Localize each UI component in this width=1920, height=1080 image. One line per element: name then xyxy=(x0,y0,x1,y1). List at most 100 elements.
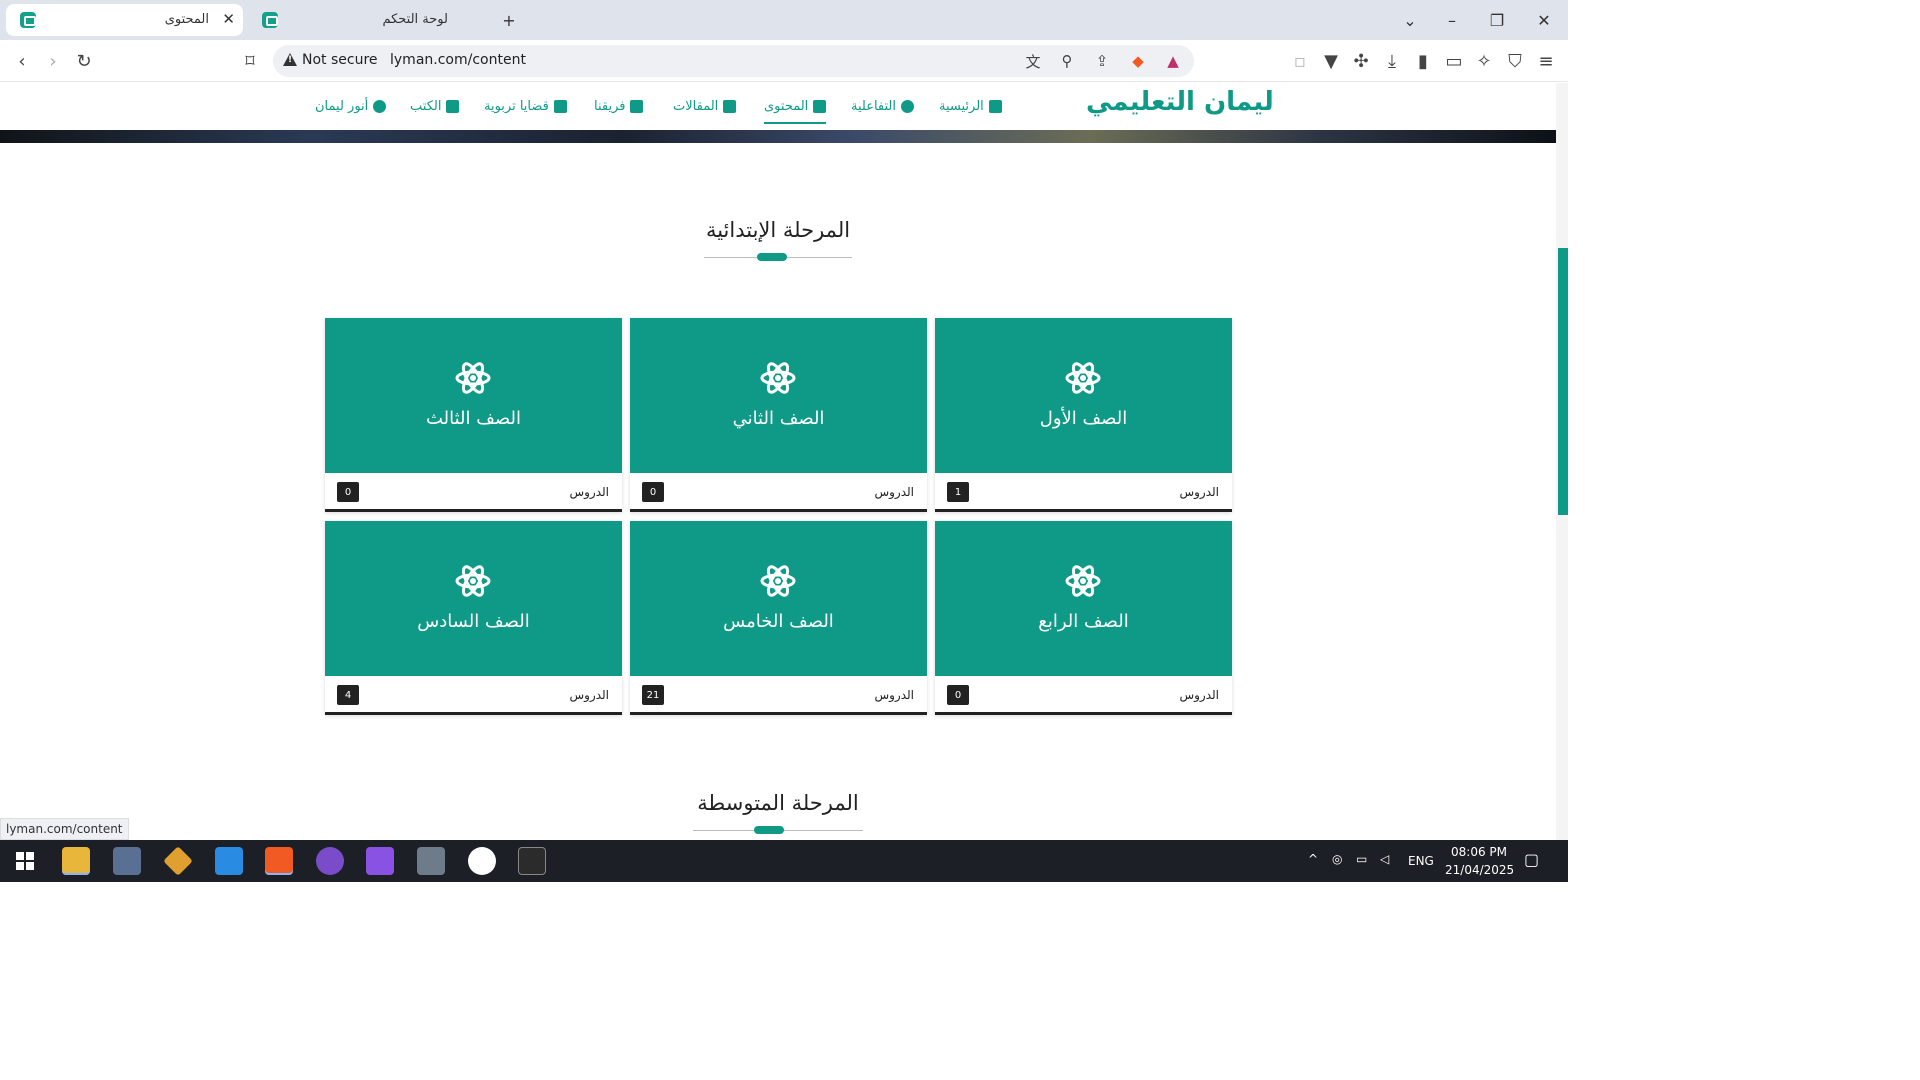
nav-label: فريقنا xyxy=(594,99,626,114)
nav-content[interactable]: المحتوى xyxy=(764,99,827,124)
section-title-primary: المرحلة الإبتدائية xyxy=(705,218,851,242)
new-tab-button[interactable]: + xyxy=(497,8,521,32)
lessons-label: الدروس xyxy=(874,485,914,499)
language-indicator[interactable]: ENG xyxy=(1408,854,1434,868)
leo-ai-icon[interactable]: ✧ xyxy=(1472,49,1496,73)
leaf-icon xyxy=(553,100,567,113)
obsidian-icon[interactable] xyxy=(316,847,344,875)
menu-icon[interactable]: ≡ xyxy=(1534,49,1558,73)
grade-name: الصف الخامس xyxy=(723,611,834,632)
close-tab-icon[interactable]: ✕ xyxy=(222,10,235,28)
nav-label: المحتوى xyxy=(764,99,809,114)
nav-home[interactable]: الرئيسية xyxy=(939,99,1002,114)
vpn-icon[interactable]: ▼ xyxy=(1319,49,1343,73)
git-app-icon[interactable] xyxy=(163,846,193,876)
terminal-icon[interactable] xyxy=(518,847,546,875)
volume-icon[interactable]: ◁ xyxy=(1380,852,1389,866)
battery-icon[interactable]: ▭ xyxy=(1356,852,1367,866)
zoom-icon[interactable]: ⚲ xyxy=(1055,49,1079,73)
clock-time[interactable]: 08:06 PM xyxy=(1451,845,1507,859)
atom-icon xyxy=(455,362,491,394)
brave-rewards-icon[interactable]: ▲ xyxy=(1161,49,1185,73)
nav-educational-issues[interactable]: قضايا تربوية xyxy=(484,99,567,114)
tab-dashboard[interactable]: لوحة التحكم xyxy=(248,4,488,36)
not-secure-label: Not secure xyxy=(302,52,378,68)
nav-user[interactable]: أنور ليمان xyxy=(315,99,387,114)
back-icon[interactable]: ‹ xyxy=(10,49,34,73)
atom-icon xyxy=(760,565,796,597)
address-bar[interactable]: Not secure lyman.com/content 文 ⚲ ⇪ ◆ ▲ xyxy=(273,45,1194,77)
brave-shields-icon[interactable]: ◆ xyxy=(1126,49,1150,73)
grade-card[interactable]: الصف السادس الدروس 4 xyxy=(325,521,622,715)
browser-toolbar: ‹ › ↻ ⌑ Not secure lyman.com/content 文 ⚲… xyxy=(0,40,1568,82)
tab-search-icon[interactable]: ⌄ xyxy=(1398,8,1422,32)
extensions-puzzle-icon[interactable]: ✣ xyxy=(1349,49,1373,73)
nav-team[interactable]: فريقنا xyxy=(594,99,644,114)
nav-interactive[interactable]: التفاعلية xyxy=(851,99,914,114)
download-icon[interactable]: ⤓ xyxy=(1380,49,1404,73)
lessons-count-badge: 0 xyxy=(947,685,969,705)
team-icon xyxy=(630,100,644,113)
nav-label: التفاعلية xyxy=(851,99,896,114)
minimize-icon[interactable]: – xyxy=(1440,8,1464,32)
vpn-shield-icon[interactable]: ⛉ xyxy=(1503,49,1527,73)
tray-overflow-icon[interactable]: ^ xyxy=(1308,852,1318,866)
app-icon[interactable] xyxy=(113,847,141,875)
grade-name: الصف الرابع xyxy=(1038,611,1129,632)
lessons-count-badge: 4 xyxy=(337,685,359,705)
lessons-label: الدروس xyxy=(569,485,609,499)
lessons-label: الدروس xyxy=(569,688,609,702)
sidebar-icon[interactable]: ▮ xyxy=(1411,49,1435,73)
site-logo[interactable]: ليمان التعليمي xyxy=(1086,87,1274,117)
nav-label: الكتب xyxy=(410,99,442,114)
tab-content[interactable]: المحتوى ✕ xyxy=(6,4,243,36)
atom-icon xyxy=(760,362,796,394)
file-explorer-icon[interactable] xyxy=(62,847,90,875)
grade-card[interactable]: الصف الأول الدروس 1 xyxy=(935,318,1232,512)
tab-title: لوحة التحكم xyxy=(382,12,448,27)
nav-label: أنور ليمان xyxy=(315,99,369,114)
grade-name: الصف الثالث xyxy=(425,408,521,429)
github-icon[interactable] xyxy=(468,847,496,875)
calculator-icon[interactable] xyxy=(417,847,445,875)
app-icon[interactable] xyxy=(366,847,394,875)
vscode-icon[interactable] xyxy=(215,847,243,875)
restore-icon[interactable]: ❐ xyxy=(1485,8,1509,32)
nav-label: قضايا تربوية xyxy=(484,99,549,114)
nav-label: الرئيسية xyxy=(939,99,984,114)
grade-card[interactable]: الصف الخامس الدروس 21 xyxy=(630,521,927,715)
windows-start-icon[interactable] xyxy=(11,847,39,875)
translate-icon[interactable]: 文 xyxy=(1021,49,1045,73)
list-icon xyxy=(813,100,827,113)
clock-date[interactable]: 21/04/2025 xyxy=(1445,863,1514,877)
grade-card[interactable]: الصف الثاني الدروس 0 xyxy=(630,318,927,512)
atom-icon xyxy=(455,565,491,597)
extension-icon[interactable]: ▫ xyxy=(1288,49,1312,73)
wallet-icon[interactable]: ▭ xyxy=(1442,49,1466,73)
nav-books[interactable]: الكتب xyxy=(410,99,460,114)
globe-icon[interactable]: ◎ xyxy=(1332,852,1342,866)
lessons-count-badge: 0 xyxy=(642,482,664,502)
grade-card[interactable]: الصف الثالث الدروس 0 xyxy=(325,318,622,512)
section-divider-accent xyxy=(757,253,787,261)
user-circle-icon xyxy=(373,100,387,113)
book-icon xyxy=(446,100,460,113)
home-icon xyxy=(988,100,1002,113)
forward-icon[interactable]: › xyxy=(41,49,65,73)
not-secure-warning-icon xyxy=(283,53,297,66)
nav-articles[interactable]: المقالات xyxy=(673,99,737,114)
url-text[interactable]: lyman.com/content xyxy=(390,52,526,68)
bookmark-icon[interactable]: ⌑ xyxy=(238,49,262,73)
site-favicon-icon xyxy=(20,12,36,28)
share-icon[interactable]: ⇪ xyxy=(1090,49,1114,73)
brave-browser-icon[interactable] xyxy=(265,847,293,875)
tab-title: المحتوى xyxy=(164,12,209,27)
page-scrollbar-thumb[interactable] xyxy=(1558,248,1568,515)
window-close-icon[interactable]: ✕ xyxy=(1532,8,1556,32)
grade-card[interactable]: الصف الرابع الدروس 0 xyxy=(935,521,1232,715)
nav-label: المقالات xyxy=(673,99,719,114)
notifications-icon[interactable]: ▢ xyxy=(1524,850,1539,869)
atom-icon xyxy=(1065,565,1101,597)
reload-icon[interactable]: ↻ xyxy=(72,49,96,73)
newspaper-icon xyxy=(723,100,737,113)
